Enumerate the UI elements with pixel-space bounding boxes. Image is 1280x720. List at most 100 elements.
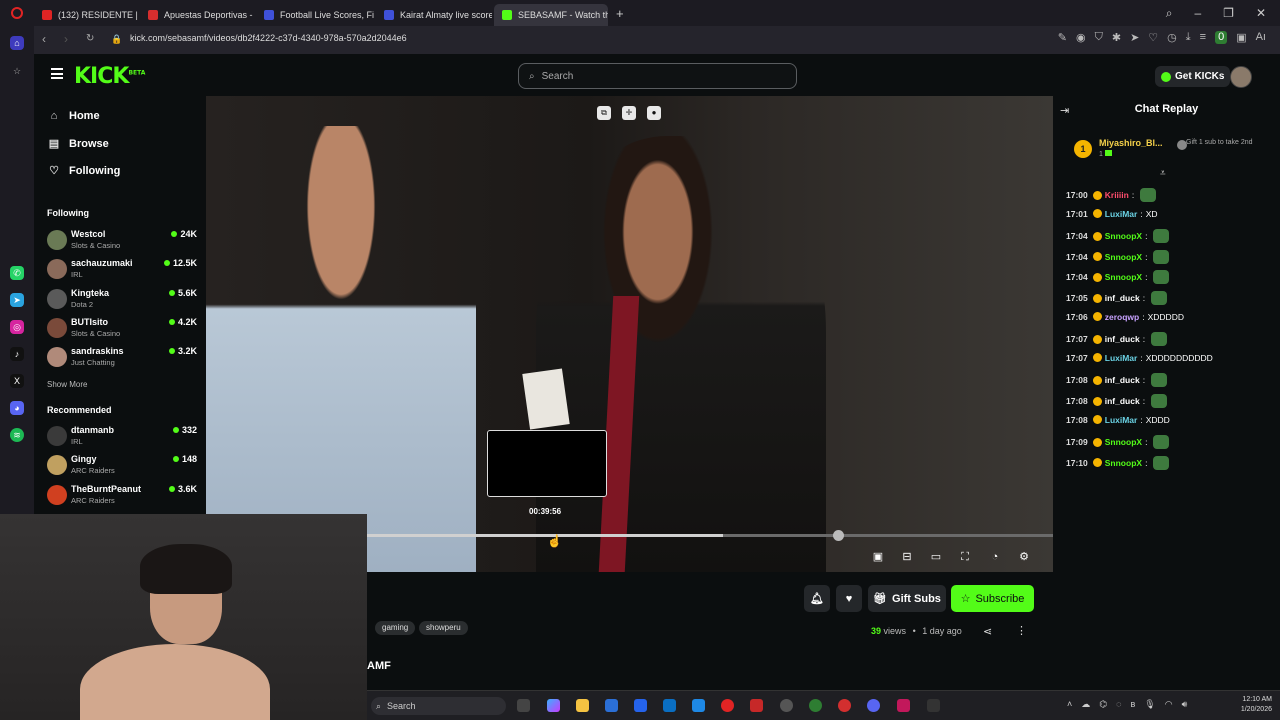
tag-showperu[interactable]: showperu [419,621,468,635]
video-player[interactable]: ⧉ ✛ ● 00:39:56 ☝ ▣ ⊟ ▭ ⛶ ◔ ⚙ [206,96,1053,572]
menu-icon[interactable]: ≡ [1200,31,1206,44]
opera-logo-icon[interactable] [0,7,34,19]
discord-taskbar-icon[interactable] [867,699,880,712]
heart-icon[interactable]: ♡ [1148,31,1158,44]
theater-icon[interactable]: ⊟ [900,550,914,564]
telegram-icon[interactable]: ➤ [10,293,24,307]
shield-icon[interactable]: ⛉ [1095,31,1103,44]
clock[interactable]: 12:10 AM 1/20/2026 [1241,695,1272,715]
notification-bell-button[interactable]: 🔔︎ [804,585,830,612]
show-more-link[interactable]: Show More [47,380,87,389]
history-icon[interactable]: ◷ [1167,31,1177,44]
whatsapp-icon[interactable]: ✆ [10,266,24,280]
tag-gaming[interactable]: gaming [375,621,416,635]
chat-username[interactable]: SnnoopX [1105,252,1142,262]
browser-tab[interactable]: Apuestas Deportivas - Ca✕ [140,4,254,26]
fullscreen-icon[interactable]: ⛶ [958,550,972,564]
sidebar-channel[interactable]: Westcol Slots & Casino 24K [47,228,197,254]
user-avatar[interactable] [1230,66,1252,88]
minimize-button[interactable]: – [1194,6,1201,20]
sync-icon[interactable]: ◌ [1116,699,1121,710]
share-icon[interactable]: ⋖ [983,625,992,638]
wps-icon[interactable] [750,699,763,712]
close-window-button[interactable]: ✕ [1256,6,1266,20]
app-pink-icon[interactable] [897,699,910,712]
instagram-icon[interactable]: ◎ [10,320,24,334]
subscribe-button[interactable]: ☆ Subscribe [951,585,1034,612]
spotify-icon[interactable]: ≋ [10,428,24,442]
sidebar-channel[interactable]: BUTIsito Slots & Casino 4.2K [47,316,197,342]
chat-username[interactable]: SnnoopX [1105,437,1142,447]
settings-gear-icon[interactable]: ⚙ [1017,550,1031,564]
chat-username[interactable]: LuxiMar [1105,353,1138,363]
chat-username[interactable]: LuxiMar [1105,415,1138,425]
bluetooth-icon[interactable]: ʙ [1130,699,1135,710]
dropbox-icon[interactable] [634,699,647,712]
sidebar-channel[interactable]: dtanmanb IRL 332 [47,424,197,450]
kick-logo[interactable]: KICKBETA [74,64,145,89]
wallet-icon[interactable]: ▣ [1236,31,1246,44]
back-button[interactable]: ‹ [42,32,46,46]
app-red-icon[interactable] [838,699,851,712]
browser-tab[interactable]: Kairat Almaty live score, s✕ [376,4,492,26]
chat-username[interactable]: zeroqwp [1105,312,1139,322]
wide-mode-icon[interactable]: ▭ [929,550,943,564]
discord-icon[interactable]: ◕ [10,401,24,415]
chevron-up-icon[interactable]: ˄ [1067,699,1072,710]
tiktok-icon[interactable]: ♪ [10,347,24,361]
mic-icon[interactable]: 🎙︎ [1144,699,1155,710]
steam-icon[interactable] [780,699,793,712]
send-icon[interactable]: ➤ [1130,31,1139,44]
vpn-icon[interactable]: 0 [1215,31,1228,44]
chat-username[interactable]: Kriiiin [1105,190,1129,200]
chat-username[interactable]: SnnoopX [1105,272,1142,282]
chat-username[interactable]: SnnoopX [1105,458,1142,468]
mini-player-icon[interactable]: ▣ [871,550,885,564]
leaderboard-user[interactable]: Miyashiro_Bl... [1099,138,1163,148]
camera-icon[interactable]: ◉ [1076,31,1086,44]
chat-username[interactable]: inf_duck [1105,334,1140,344]
xbox-icon[interactable] [809,699,822,712]
seek-bar[interactable] [366,530,1053,541]
wifi-icon[interactable]: ◠ [1165,699,1173,710]
extension-icon[interactable]: ✱ [1112,31,1121,44]
sidebar-channel[interactable]: sandraskins Just Chatting 3.2K [47,345,197,371]
follow-heart-button[interactable]: ♥ [836,585,862,612]
expand-icon[interactable]: ✛ [622,106,636,120]
browser-tab[interactable]: SEBASAMF - Watch th✕ [494,4,608,26]
task-view-icon[interactable] [517,699,530,712]
edge-icon[interactable] [692,699,705,712]
opera-taskbar-icon[interactable] [721,699,734,712]
ai-icon[interactable]: Aı [1256,31,1266,44]
nav-home[interactable]: ⌂ Home [48,110,100,122]
cloud-icon[interactable]: ☁ [1081,699,1090,710]
store-icon[interactable] [605,699,618,712]
chat-username[interactable]: LuxiMar [1105,209,1138,219]
sidebar-channel[interactable]: Kingteka Dota 2 5.6K [47,287,197,313]
expand-leaderboard-icon[interactable]: ⩡ [1160,168,1166,179]
reload-button[interactable]: ↻ [86,33,94,44]
download-icon[interactable]: ⤓ [1186,31,1191,44]
search-input[interactable]: ⌕ Search [518,63,797,89]
file-explorer-icon[interactable] [576,699,589,712]
edit-icon[interactable]: ✎ [1058,31,1067,44]
chat-username[interactable]: SnnoopX [1105,231,1142,241]
star-icon[interactable]: ☆ [10,64,24,78]
sidebar-channel[interactable]: TheBurntPeanut ARC Raiders 3.6K [47,483,197,509]
gift-subs-button[interactable]: 🎁︎ Gift Subs [868,585,946,612]
browser-tab[interactable]: (132) RESIDENTE || BZ✕ [34,4,138,26]
search-tabs-icon[interactable]: ⌕ [1166,6,1173,21]
volume-icon[interactable]: 🔊︎ [1182,699,1188,710]
chat-username[interactable]: inf_duck [1105,293,1140,303]
nav-browse[interactable]: ▤ Browse [48,137,109,151]
home-icon[interactable]: ⌂ [10,36,24,50]
vscode-icon[interactable] [663,699,676,712]
copilot-icon[interactable] [547,699,560,712]
get-kicks-button[interactable]: Get KICKs [1155,66,1231,87]
maximize-button[interactable]: ❐ [1223,6,1234,20]
new-tab-button[interactable]: + [616,6,624,21]
menu-toggle-icon[interactable] [51,68,63,79]
chat-username[interactable]: inf_duck [1105,396,1140,406]
clip-icon[interactable]: ⧉ [597,106,611,120]
sidebar-channel[interactable]: sachauzumaki IRL 12.5K [47,257,197,283]
